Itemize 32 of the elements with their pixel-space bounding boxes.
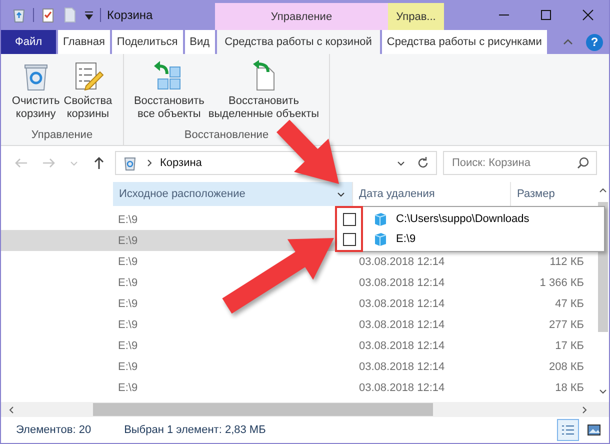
table-cell-text: 47 КБ [554, 298, 584, 310]
table-cell-text: E:\9 [117, 276, 139, 288]
address-path: Корзина [160, 157, 202, 169]
table-cell-text: 03.08.2018 12:14 [358, 256, 446, 268]
item-count: Элементов: 20 [16, 424, 92, 436]
group-label: Восстановление [184, 129, 269, 141]
filter-option-label: C:\Users\suppo\Downloads [396, 213, 530, 225]
table-cell-text: 208 КБ [548, 360, 584, 372]
table-cell-text: 17 КБ [554, 340, 584, 352]
table-cell-text: 03.08.2018 12:14 [358, 340, 446, 352]
table-cell-text: 277 КБ [548, 318, 584, 330]
table-cell-text: 03.08.2018 12:14 [358, 360, 446, 372]
table-cell-text: E:\9 [117, 234, 139, 246]
context-tab-group: Управ... [388, 3, 444, 30]
table-cell-text: 03.08.2018 12:14 [358, 382, 446, 394]
group-label: Управление [31, 129, 93, 141]
table-cell-text: E:\9 [117, 340, 139, 352]
table-cell-text: E:\9 [117, 256, 139, 268]
table-cell-text: 03.08.2018 12:14 [358, 318, 446, 330]
table-cell-text: 112 КБ [548, 256, 584, 268]
selection-info: Выбран 1 элемент: 2,83 МБ [124, 424, 266, 436]
table-cell-text: 03.08.2018 12:14 [358, 298, 446, 310]
context-tab-group: Управление [215, 3, 388, 30]
table-cell-text: E:\9 [117, 298, 139, 310]
filter-option-label: E:\9 [396, 233, 416, 245]
table-cell-text: E:\9 [117, 318, 139, 330]
window-title: Корзина [107, 8, 153, 22]
table-cell-text: E:\9 [117, 360, 139, 372]
table-cell-text: E:\9 [117, 382, 139, 394]
table-cell-text: 18 КБ [554, 382, 584, 394]
table-cell-text: 1 366 КБ [538, 276, 584, 288]
table-cell-text: 03.08.2018 12:14 [358, 276, 446, 288]
